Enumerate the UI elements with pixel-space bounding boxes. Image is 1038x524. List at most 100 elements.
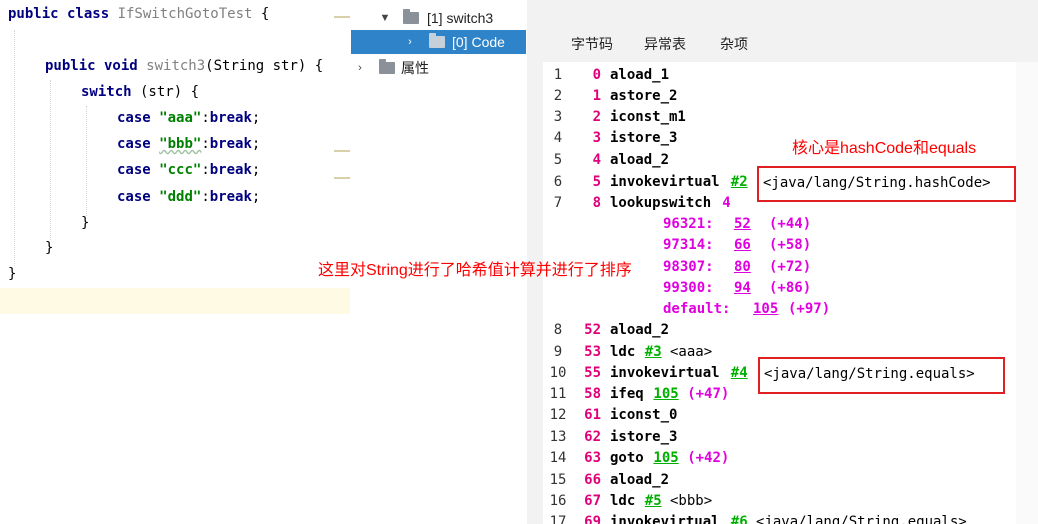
code-token: break [209,162,252,178]
ln: 5 [553,152,563,168]
code-token: } [81,215,90,231]
ref[interactable]: 105 [653,384,678,405]
code-token: ; [251,110,261,126]
bytecode-line: 15 66 aload_2 [543,470,1033,491]
code-line: case "ccc":break; [117,158,260,182]
ln: 9 [553,344,563,360]
ref[interactable]: #5 [645,491,662,512]
code-line: case "ddd":break; [117,185,260,209]
bytecode-line: 12 61 iconst_0 [543,405,1033,426]
ref[interactable]: #3 [645,342,662,363]
pc: 61 [584,407,601,423]
pc: 69 [584,514,601,524]
ref[interactable]: #6 [731,512,748,524]
code-token: ; [251,189,261,205]
pc: 53 [584,344,601,360]
ln: 17 [549,514,567,524]
tree-item-switch3[interactable]: ▼ [1] switch3 [351,6,526,30]
chevron-right-icon[interactable]: › [354,56,366,80]
chevron-right-icon[interactable]: › [404,30,416,54]
target[interactable]: 66 [734,235,751,256]
pc: 58 [584,386,601,402]
bytecode-line: 14 63 goto 105 (+42) [543,448,1033,469]
bytecode-line: 99300: 94 (+86) [543,278,1033,299]
bytecode-line: 17 69 invokevirtual #6 <java/lang/String.equ… [543,512,1033,524]
code-token: { [252,6,270,22]
code-token: case [117,162,160,178]
ref[interactable]: 105 [653,448,678,469]
off: (+97) [788,301,831,317]
pc: 3 [592,130,601,146]
tab-exception-table[interactable]: 异常表 [644,34,686,54]
off: (+72) [769,259,812,275]
bytecode-line: 2 1 astore_2 [543,86,1033,107]
op: invokevirtual [610,174,720,190]
extra: <bbb> [670,493,713,509]
folder-icon [403,9,419,24]
ln: 3 [553,109,563,125]
folder-icon [379,59,395,74]
pc: 0 [592,67,601,83]
tree-item-attributes[interactable]: › 属性 [351,56,526,80]
op: ldc [610,344,636,360]
ln: 16 [549,493,567,509]
tree-item-code[interactable]: › [0] Code [351,30,526,54]
target[interactable]: 94 [734,278,751,299]
code-editor[interactable]: public class IfSwitchGotoTest { public vo… [0,0,350,524]
pc: 52 [584,322,601,338]
op: aload_2 [610,472,670,488]
code-token: case [117,189,160,205]
case: 99300: [663,280,714,296]
off: (+44) [769,216,812,232]
target[interactable]: 105 [753,299,778,320]
scroll-marker [334,16,350,18]
extra: <aaa> [670,344,713,360]
target[interactable]: 52 [734,214,751,235]
ln: 11 [549,386,567,402]
code-line: } [81,211,89,235]
off: (+58) [769,237,812,253]
tree-item-label: [0] Code [452,34,505,50]
code-token: "ddd" [159,189,202,205]
scroll-marker [334,150,350,152]
ref[interactable]: #4 [731,363,748,384]
code-line: switch (str) { [81,80,199,104]
code-token: (str) { [131,84,200,100]
code-token: IfSwitchGotoTest [117,6,253,22]
target[interactable]: 80 [734,257,751,278]
off: (+47) [687,386,730,402]
ln: 10 [549,365,567,381]
bytecode-listing[interactable]: 1 0 aload_1 2 1 astore_2 3 2 iconst_m1 4 3 istore_3… [543,62,1033,524]
bytecode-line: 16 67 ldc #5 <bbb> [543,491,1033,512]
code-token: (String str) { [205,58,324,74]
highlight-box-equals: <java/lang/String.equals> [758,357,1005,394]
scrollbar-track[interactable] [1016,62,1038,524]
num: 4 [722,195,731,211]
tab-misc[interactable]: 杂项 [720,34,748,54]
code-line: public class IfSwitchGotoTest { [8,2,269,26]
op: istore_3 [610,130,678,146]
code-token: break [209,189,252,205]
bytecode-tabs: 字节码 异常表 杂项 [527,30,1038,60]
code-token: break [209,136,252,152]
case: default: [663,301,731,317]
code-token: "bbb" [159,136,202,152]
tab-bytecode[interactable]: 字节码 [571,34,613,54]
code-token: : [201,110,210,126]
ln: 13 [549,429,567,445]
op: lookupswitch [610,195,712,211]
ln: 2 [553,88,563,104]
indent-guide [86,106,87,216]
scroll-marker [334,177,350,179]
op: astore_2 [610,88,678,104]
highlight-text: <java/lang/String.hashCode> [763,175,991,191]
code-token: } [45,240,54,256]
ref[interactable]: #2 [731,172,748,193]
pc: 2 [592,109,601,125]
highlight-text: <java/lang/String.equals> [764,366,975,382]
code-token: ; [251,136,261,152]
op: iconst_m1 [610,109,686,125]
code-token: "ccc" [159,162,202,178]
code-line: public void switch3(String str) { [45,54,323,78]
chevron-down-icon[interactable]: ▼ [379,6,391,30]
